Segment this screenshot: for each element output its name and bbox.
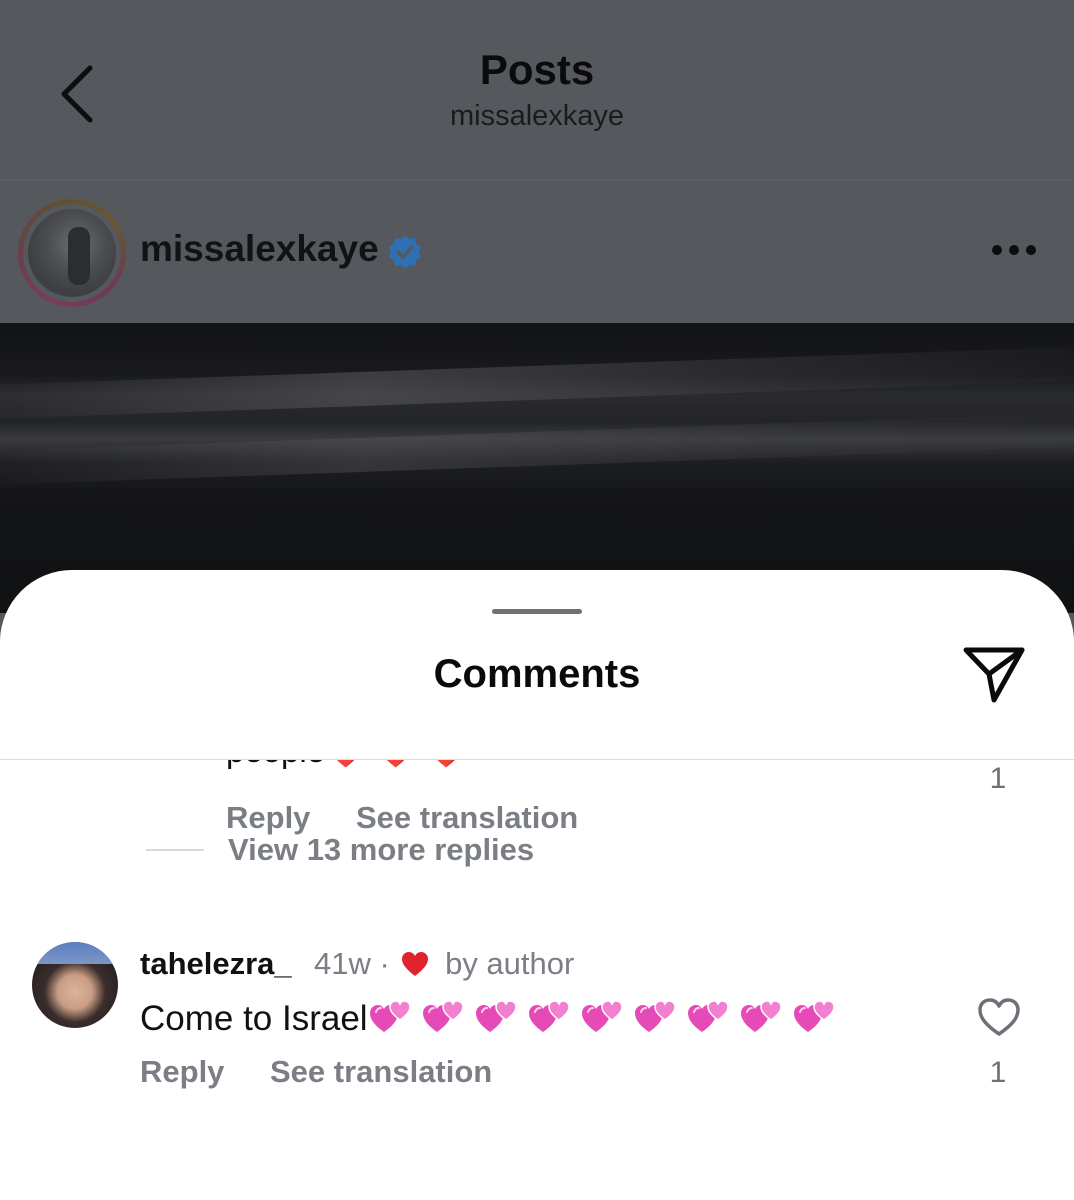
comment-reply-button[interactable]: Reply xyxy=(140,1054,224,1090)
two-hearts-emoji xyxy=(687,1000,729,1032)
meta-separator: · xyxy=(379,946,390,981)
replies-divider-line xyxy=(146,849,204,851)
comment-username[interactable]: tahelezra_ xyxy=(140,946,292,982)
two-hearts-emoji xyxy=(475,1000,517,1032)
previous-comment-text: people❤️ ❤️ ❤️ xyxy=(226,760,467,771)
more-options-button[interactable] xyxy=(992,244,1038,258)
comment-meta: 41w · by author xyxy=(314,946,574,982)
comment-time: 41w xyxy=(314,946,371,981)
red-heart-emoji: ❤️ ❤️ ❤️ xyxy=(325,760,467,769)
two-hearts-emoji xyxy=(369,1000,411,1032)
page-title: Posts xyxy=(479,46,595,93)
post-author-avatar[interactable] xyxy=(18,199,126,307)
comment-text: Come to Israel xyxy=(140,996,845,1045)
two-hearts-emoji xyxy=(740,1000,782,1032)
top-navigation-bar: Posts missalexkaye xyxy=(0,0,1074,180)
previous-comment-translation-button[interactable]: See translation xyxy=(356,800,578,836)
more-horizontal-icon xyxy=(992,245,1002,255)
comment-like-button[interactable] xyxy=(976,996,1022,1038)
two-hearts-emoji xyxy=(634,1000,676,1032)
paper-plane-icon xyxy=(963,647,1025,703)
two-hearts-emoji xyxy=(581,1000,623,1032)
two-hearts-emoji xyxy=(528,1000,570,1032)
comment-translation-button[interactable]: See translation xyxy=(270,1054,492,1090)
pink-hearts-emoji-row xyxy=(368,996,845,1045)
previous-comment-like-count: 1 xyxy=(989,762,1007,795)
verified-badge-icon xyxy=(389,235,421,269)
heart-outline-icon xyxy=(978,998,1020,1036)
comment-like-count: 1 xyxy=(989,1056,1007,1089)
liked-by-author-label: by author xyxy=(445,946,575,981)
two-hearts-emoji xyxy=(422,1000,464,1032)
two-hearts-emoji xyxy=(793,1000,835,1032)
sheet-title: Comments xyxy=(433,652,641,696)
view-more-replies-button[interactable]: View 13 more replies xyxy=(228,832,534,868)
previous-comment-reply-button[interactable]: Reply xyxy=(226,800,310,836)
share-button[interactable] xyxy=(960,644,1028,706)
post-author-username[interactable]: missalexkaye xyxy=(140,228,379,270)
sheet-drag-handle[interactable] xyxy=(492,609,582,614)
comments-sheet: Comments people❤️ ❤️ ❤️ 1 Reply See tran… xyxy=(0,570,1074,1200)
page-subtitle: missalexkaye xyxy=(449,100,625,132)
comment-author-avatar[interactable] xyxy=(32,942,118,1028)
author-liked-heart-icon xyxy=(402,952,429,976)
